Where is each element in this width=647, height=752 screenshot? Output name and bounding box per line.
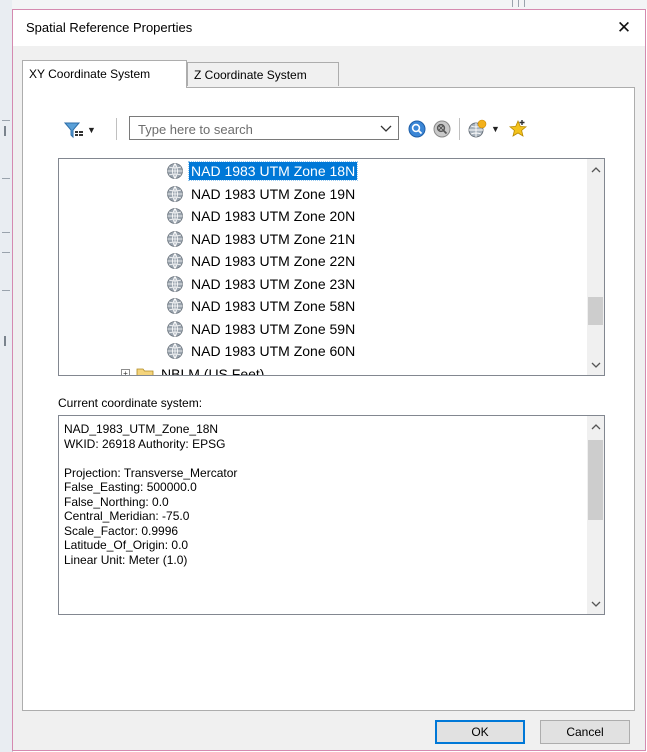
clear-search-icon (433, 120, 451, 138)
scroll-thumb[interactable] (588, 297, 603, 325)
tree-folder-item[interactable]: + NBLM (US Feet) (121, 363, 266, 376)
title-bar: Spatial Reference Properties ✕ (13, 10, 645, 46)
tree-scrollbar[interactable] (587, 159, 604, 375)
scroll-down-arrow[interactable] (587, 595, 604, 612)
folder-icon (136, 368, 154, 375)
tree-item-label: NAD 1983 UTM Zone 20N (191, 208, 356, 224)
close-button[interactable]: ✕ (609, 14, 639, 42)
spatial-reference-dialog: Spatial Reference Properties ✕ XY Coordi… (12, 9, 646, 751)
cancel-button[interactable]: Cancel (540, 720, 630, 744)
coordinate-system-tree[interactable]: NAD 1983 UTM Zone 18N NAD 1983 UTM Zone 1… (58, 158, 605, 376)
detail-line: Scale_Factor: 0.9996 (64, 523, 179, 538)
globe-icon (167, 230, 183, 247)
filter-dropdown-button[interactable]: ▼ (63, 119, 101, 141)
details-text: NAD_1983_UTM_Zone_18N WKID: 26918 Authori… (64, 422, 237, 567)
tree-item[interactable]: NAD 1983 UTM Zone 20N (166, 205, 357, 227)
detail-line (64, 451, 237, 466)
tree-item[interactable]: NAD 1983 UTM Zone 19N (166, 183, 357, 205)
chevron-down-icon (591, 601, 600, 607)
tree-item[interactable]: NAD 1983 UTM Zone 58N (166, 295, 357, 317)
search-box[interactable] (129, 116, 399, 140)
detail-line: False_Easting: 500000.0 (64, 480, 197, 494)
scroll-down-arrow[interactable] (587, 356, 604, 373)
globe-icon (167, 343, 183, 359)
search-icon (408, 120, 426, 138)
tree-item-label: NAD 1983 UTM Zone 58N (191, 298, 356, 314)
filter-icon (63, 122, 83, 139)
tree-item-label: NAD 1983 UTM Zone 21N (191, 230, 356, 247)
detail-line: Linear Unit: Meter (1.0) (64, 552, 188, 567)
detail-line: NAD_1983_UTM_Zone_18N (64, 422, 219, 436)
tree-item[interactable]: NAD 1983 UTM Zone 21N (166, 228, 357, 250)
globe-icon (167, 163, 183, 179)
globe-icon (167, 253, 183, 269)
dialog-title: Spatial Reference Properties (26, 20, 193, 35)
tree-item-label: NAD 1983 UTM Zone 60N (191, 343, 356, 359)
toolbar: ▼ Type here to search ▼ (23, 88, 634, 140)
chevron-down-icon: ▼ (87, 125, 96, 135)
chevron-down-icon (591, 362, 600, 368)
scroll-up-arrow[interactable] (587, 418, 604, 435)
tab-label: XY Coordinate System (29, 67, 151, 81)
scroll-thumb[interactable] (588, 440, 603, 520)
expand-icon[interactable]: + (121, 369, 130, 375)
tree-item-label: NAD 1983 UTM Zone 22N (191, 253, 356, 269)
tree-item-label: NAD 1983 UTM Zone 23N (191, 275, 356, 292)
search-input[interactable] (136, 118, 380, 140)
background-app-top (12, 0, 647, 9)
add-coordinate-system-button[interactable]: ▼ (467, 118, 503, 140)
tree-item[interactable]: NAD 1983 UTM Zone 60N (166, 340, 357, 362)
current-coordinate-system-details[interactable]: NAD_1983_UTM_Zone_18N WKID: 26918 Authori… (58, 415, 605, 615)
tree-item-label: NAD 1983 UTM Zone 19N (191, 185, 356, 202)
favorite-star-icon (508, 119, 528, 137)
detail-line: Latitude_Of_Origin: 0.0 (64, 538, 189, 552)
globe-icon (167, 298, 183, 314)
tree-item-label: NAD 1983 UTM Zone 18N (187, 161, 359, 181)
chevron-down-icon[interactable] (378, 120, 394, 136)
add-coordinate-system-icon (468, 119, 487, 138)
detail-line: Projection: Transverse_Mercator (64, 465, 238, 480)
toolbar-separator (459, 118, 460, 140)
chevron-up-icon (591, 166, 600, 172)
detail-line: WKID: 26918 Authority: EPSG (64, 436, 226, 451)
xy-tab-panel: ▼ Type here to search ▼ NAD 1983 UTM Zon… (22, 87, 635, 711)
clear-search-button[interactable] (431, 118, 453, 140)
add-to-favorites-button[interactable] (507, 118, 529, 140)
globe-icon (167, 320, 183, 337)
toolbar-separator (116, 118, 117, 140)
ok-button[interactable]: OK (435, 720, 525, 744)
scroll-up-arrow[interactable] (587, 161, 604, 178)
close-icon: ✕ (616, 18, 632, 37)
tree-item-label: NAD 1983 UTM Zone 59N (191, 320, 356, 337)
tree-item[interactable]: NAD 1983 UTM Zone 23N (166, 273, 357, 295)
tree-item[interactable]: NAD 1983 UTM Zone 59N (166, 318, 357, 340)
details-scrollbar[interactable] (587, 416, 604, 614)
tab-z-coordinate-system[interactable]: Z Coordinate System (187, 62, 339, 86)
tree-item[interactable]: NAD 1983 UTM Zone 18N (166, 160, 359, 182)
globe-icon (167, 275, 183, 292)
tab-label: Z Coordinate System (194, 68, 307, 82)
tree-item-label: NBLM (US Feet) (161, 365, 265, 376)
chevron-down-icon: ▼ (491, 124, 500, 134)
detail-line: Central_Meridian: -75.0 (64, 509, 190, 523)
detail-line: False_Northing: 0.0 (64, 494, 169, 509)
current-coordinate-system-label: Current coordinate system: (58, 396, 203, 410)
search-button[interactable] (406, 118, 428, 140)
globe-icon (167, 185, 183, 202)
chevron-up-icon (591, 423, 600, 429)
globe-icon (167, 208, 183, 224)
tab-xy-coordinate-system[interactable]: XY Coordinate System (22, 60, 187, 88)
tree-item[interactable]: NAD 1983 UTM Zone 22N (166, 250, 357, 272)
